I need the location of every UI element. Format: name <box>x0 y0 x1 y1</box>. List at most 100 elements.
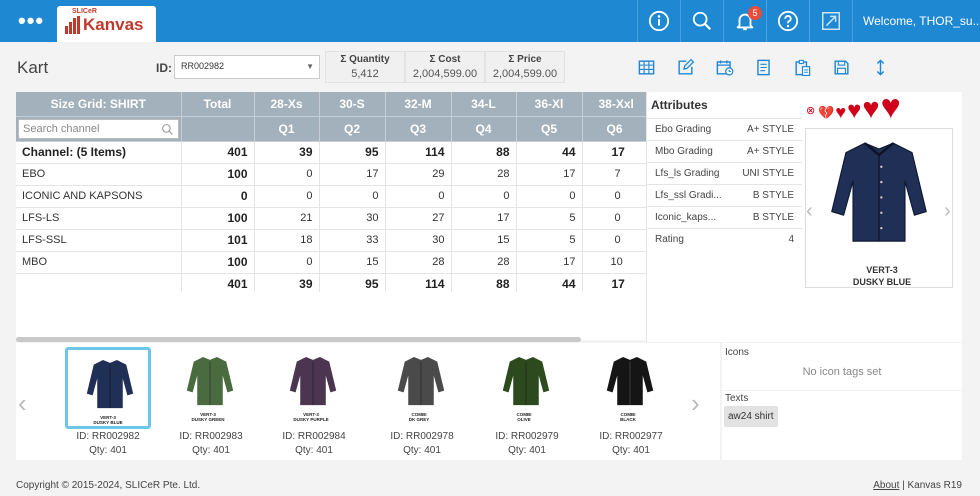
heart-icon[interactable]: ♥ <box>835 103 846 121</box>
horizontal-scrollbar[interactable] <box>16 337 581 342</box>
card-id: ID: RR002978 <box>390 431 454 442</box>
card-id: ID: RR002979 <box>495 431 559 442</box>
attribute-value: A+ STYLE <box>747 124 794 135</box>
id-select[interactable]: RR002982 ▼ <box>174 55 320 79</box>
edit-icon[interactable] <box>666 56 705 78</box>
expand-icon[interactable] <box>809 0 852 42</box>
cell[interactable]: 28 <box>451 251 517 274</box>
welcome-text: Welcome, THOR_su... <box>863 14 980 28</box>
app-logo[interactable]: SLICeR Kanvas <box>57 6 156 42</box>
row-label: MBO <box>16 251 182 274</box>
cell[interactable]: 30 <box>385 229 452 252</box>
product-card[interactable]: VERT-3 DUSKY PURPLE ID: RR002984 Qty: 401 <box>271 347 357 456</box>
cell[interactable]: 0 <box>516 185 583 208</box>
product-card[interactable]: COMBI OLIVE ID: RR002979 Qty: 401 <box>484 347 570 456</box>
footer-right: About | Kanvas R19 <box>873 480 962 491</box>
cell[interactable]: 15 <box>451 229 517 252</box>
id-label: ID: <box>156 61 172 75</box>
save-icon[interactable] <box>822 56 861 78</box>
text-tag[interactable]: aw24 shirt <box>724 406 778 427</box>
sum-value: 5,412 <box>351 68 379 80</box>
info-icon[interactable] <box>637 0 680 42</box>
row-total: 100 <box>181 163 255 186</box>
user-menu[interactable]: Welcome, THOR_su... ▼ <box>852 0 980 42</box>
table-row[interactable]: LFS-SSL 101 18 33 30 15 5 0 <box>16 229 646 252</box>
cell[interactable]: 0 <box>451 185 517 208</box>
table-row[interactable]: LFS-LS 100 21 30 27 17 5 0 <box>16 207 646 230</box>
product-thumbnail: COMBI DK GREY <box>379 347 465 429</box>
product-card[interactable]: COMBI DK GREY ID: RR002978 Qty: 401 <box>379 347 465 456</box>
row-label: EBO <box>16 163 182 186</box>
previous-image-arrow-icon[interactable]: ‹ <box>806 200 813 223</box>
cell: 95 <box>319 141 386 164</box>
heart-icon[interactable]: ♥ <box>862 95 879 124</box>
clipboard-icon[interactable] <box>783 56 822 78</box>
sort-vertical-icon[interactable] <box>861 56 900 78</box>
cell[interactable]: 5 <box>516 207 583 230</box>
attribute-key: Lfs_ls Grading <box>655 168 720 179</box>
channel-summary-row[interactable]: Channel: (5 Items) 401 39 95 114 88 44 1… <box>16 141 646 164</box>
cell[interactable]: 17 <box>451 207 517 230</box>
icons-title: Icons <box>725 347 749 358</box>
cell[interactable]: 0 <box>319 185 386 208</box>
cell[interactable]: 0 <box>385 185 452 208</box>
cell[interactable]: 18 <box>254 229 320 252</box>
cell[interactable]: 0 <box>254 185 320 208</box>
cell[interactable]: 17 <box>319 163 386 186</box>
table-row[interactable]: EBO 100 0 17 29 28 17 7 <box>16 163 646 186</box>
attribute-key: Iconic_kaps... <box>655 212 717 223</box>
document-icon[interactable] <box>744 56 783 78</box>
cell[interactable]: 0 <box>582 207 646 230</box>
cell: 17 <box>582 141 646 164</box>
cell[interactable]: 28 <box>385 251 452 274</box>
rating-hearts: ⊗ 💔 ♥ ♥ ♥ ♥ <box>806 90 902 124</box>
help-icon[interactable] <box>766 0 809 42</box>
next-image-arrow-icon[interactable]: › <box>944 200 951 223</box>
copyright-text: Copyright © 2015-2024, SLICeR Pte. Ltd. <box>16 480 201 491</box>
strip-previous-arrow-icon[interactable]: ‹ <box>18 388 27 419</box>
search-icon[interactable] <box>680 0 723 42</box>
row-label: ICONIC AND KAPSONS <box>16 185 182 208</box>
calendar-icon[interactable] <box>705 56 744 78</box>
table-row[interactable]: ICONIC AND KAPSONS 0 0 0 0 0 0 0 <box>16 185 646 208</box>
toolbar <box>627 56 900 78</box>
cell[interactable]: 0 <box>582 229 646 252</box>
cell[interactable]: 29 <box>385 163 452 186</box>
search-channel-input[interactable]: Search channel <box>18 118 179 139</box>
notifications-button[interactable]: 5 <box>723 0 766 42</box>
cell[interactable]: 15 <box>319 251 386 274</box>
cell[interactable]: 17 <box>516 163 583 186</box>
total-subheader <box>181 116 255 142</box>
product-card[interactable]: VERT-3 DUSKY GREEN ID: RR002983 Qty: 401 <box>168 347 254 456</box>
cell: 114 <box>385 273 452 292</box>
cell[interactable]: 27 <box>385 207 452 230</box>
grid-header-row: Size Grid: SHIRT Total 28-Xs 30-S 32-M 3… <box>16 92 646 117</box>
cell[interactable]: 30 <box>319 207 386 230</box>
product-card[interactable]: COMBI BLACK ID: RR002977 Qty: 401 <box>588 347 674 456</box>
size-header: 32-M <box>385 92 452 117</box>
cell[interactable]: 0 <box>582 185 646 208</box>
clear-rating-icon[interactable]: ⊗ <box>806 106 815 117</box>
cell[interactable]: 21 <box>254 207 320 230</box>
heart-icon[interactable]: ♥ <box>881 90 901 124</box>
table-icon[interactable] <box>627 56 666 78</box>
about-link[interactable]: About <box>873 480 899 491</box>
product-card[interactable]: VERT-3 DUSKY BLUE ID: RR002982 Qty: 401 <box>65 347 151 456</box>
menu-icon[interactable]: ••• <box>18 8 44 34</box>
shirt-icon <box>831 142 927 242</box>
cell[interactable]: 7 <box>582 163 646 186</box>
size-header: 30-S <box>319 92 386 117</box>
cell[interactable]: 0 <box>254 163 320 186</box>
notification-badge: 5 <box>748 6 762 20</box>
cell[interactable]: 33 <box>319 229 386 252</box>
table-row[interactable]: MBO 100 0 15 28 28 17 10 <box>16 251 646 274</box>
broken-heart-icon[interactable]: 💔 <box>818 106 834 119</box>
search-icon <box>161 123 173 135</box>
cell[interactable]: 5 <box>516 229 583 252</box>
cell[interactable]: 0 <box>254 251 320 274</box>
cell[interactable]: 28 <box>451 163 517 186</box>
strip-next-arrow-icon[interactable]: › <box>691 388 700 419</box>
cell[interactable]: 17 <box>516 251 583 274</box>
cell[interactable]: 10 <box>582 251 646 274</box>
heart-icon[interactable]: ♥ <box>847 99 861 123</box>
